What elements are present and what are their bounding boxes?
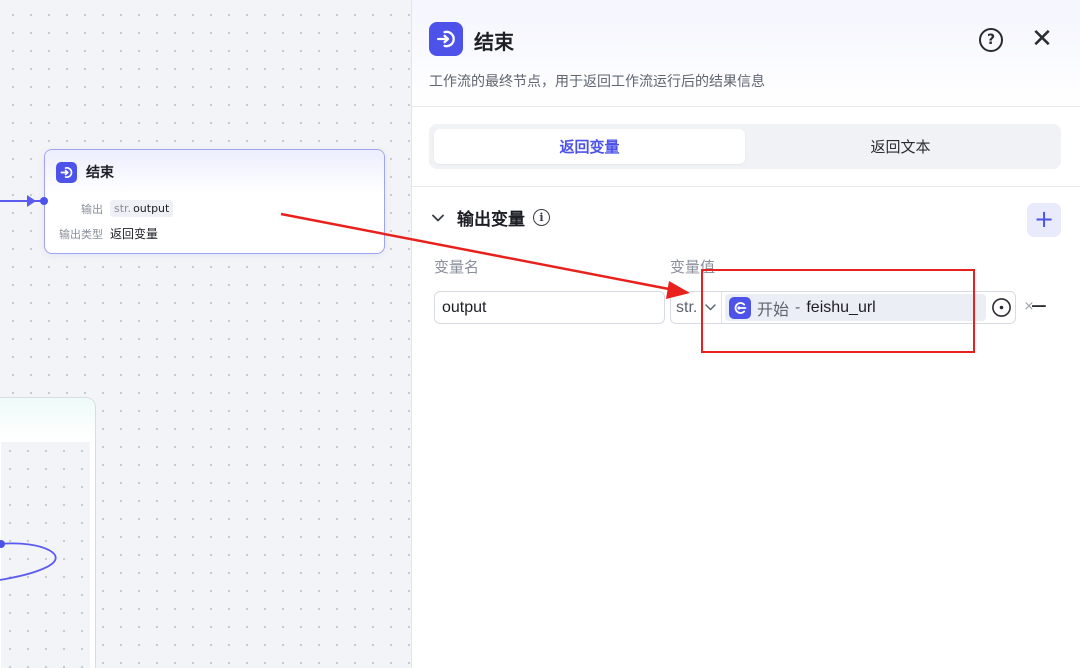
output-tag-type: str. <box>114 202 132 215</box>
output-type-value: 返回变量 <box>110 227 159 241</box>
end-node-output-type-row: 输出类型 返回变量 <box>45 225 158 242</box>
info-icon[interactable]: i <box>533 209 550 226</box>
tab-return-text[interactable]: 返回文本 <box>745 129 1056 164</box>
variable-type-label: str. <box>676 298 698 316</box>
end-node-title: 结束 <box>86 165 114 181</box>
end-node-card[interactable]: 结束 输出 str. output 输出类型 返回变量 <box>44 149 385 254</box>
output-variable-tag: str. output <box>110 200 174 217</box>
add-output-variable-button[interactable]: + <box>1027 203 1061 237</box>
column-variable-name: 变量名 <box>434 258 480 276</box>
panel-description: 工作流的最终节点，用于返回工作流运行后的结果信息 <box>429 74 765 90</box>
return-mode-tabs: 返回变量 返回文本 <box>429 124 1061 169</box>
end-node-output-row: 输出 str. output <box>45 200 174 217</box>
end-node-icon <box>56 161 77 183</box>
output-variables-section-header: 输出变量 i <box>430 205 550 230</box>
output-type-label: 输出类型 <box>59 227 103 241</box>
output-label: 输出 <box>81 202 103 216</box>
question-circle-icon[interactable]: ? <box>979 28 1003 52</box>
close-icon[interactable]: ✕ <box>1029 25 1055 53</box>
edge-arrow-icon <box>27 195 36 207</box>
panel-divider <box>412 186 1080 187</box>
panel-header: 结束 ? ✕ 工作流的最终节点，用于返回工作流运行后的结果信息 <box>412 0 1080 107</box>
section-title: 输出变量 <box>457 210 525 230</box>
tab-return-variable[interactable]: 返回变量 <box>434 129 745 164</box>
output-tag-name: output <box>133 202 170 215</box>
variable-picker-icon[interactable] <box>991 297 1012 318</box>
plus-icon: + <box>1033 205 1055 233</box>
panel-title: 结束 <box>474 30 514 54</box>
minus-icon[interactable]: − <box>1028 296 1050 318</box>
variable-name-input[interactable] <box>434 291 665 324</box>
loop-edge <box>0 540 57 581</box>
incoming-edge <box>0 200 44 202</box>
chevron-down-icon[interactable] <box>430 210 446 226</box>
end-node-header: 结束 <box>45 150 384 194</box>
subflow-node-header <box>0 398 95 440</box>
input-port[interactable] <box>40 197 48 205</box>
end-node-icon <box>429 22 463 56</box>
annotation-highlight-box <box>701 269 975 353</box>
